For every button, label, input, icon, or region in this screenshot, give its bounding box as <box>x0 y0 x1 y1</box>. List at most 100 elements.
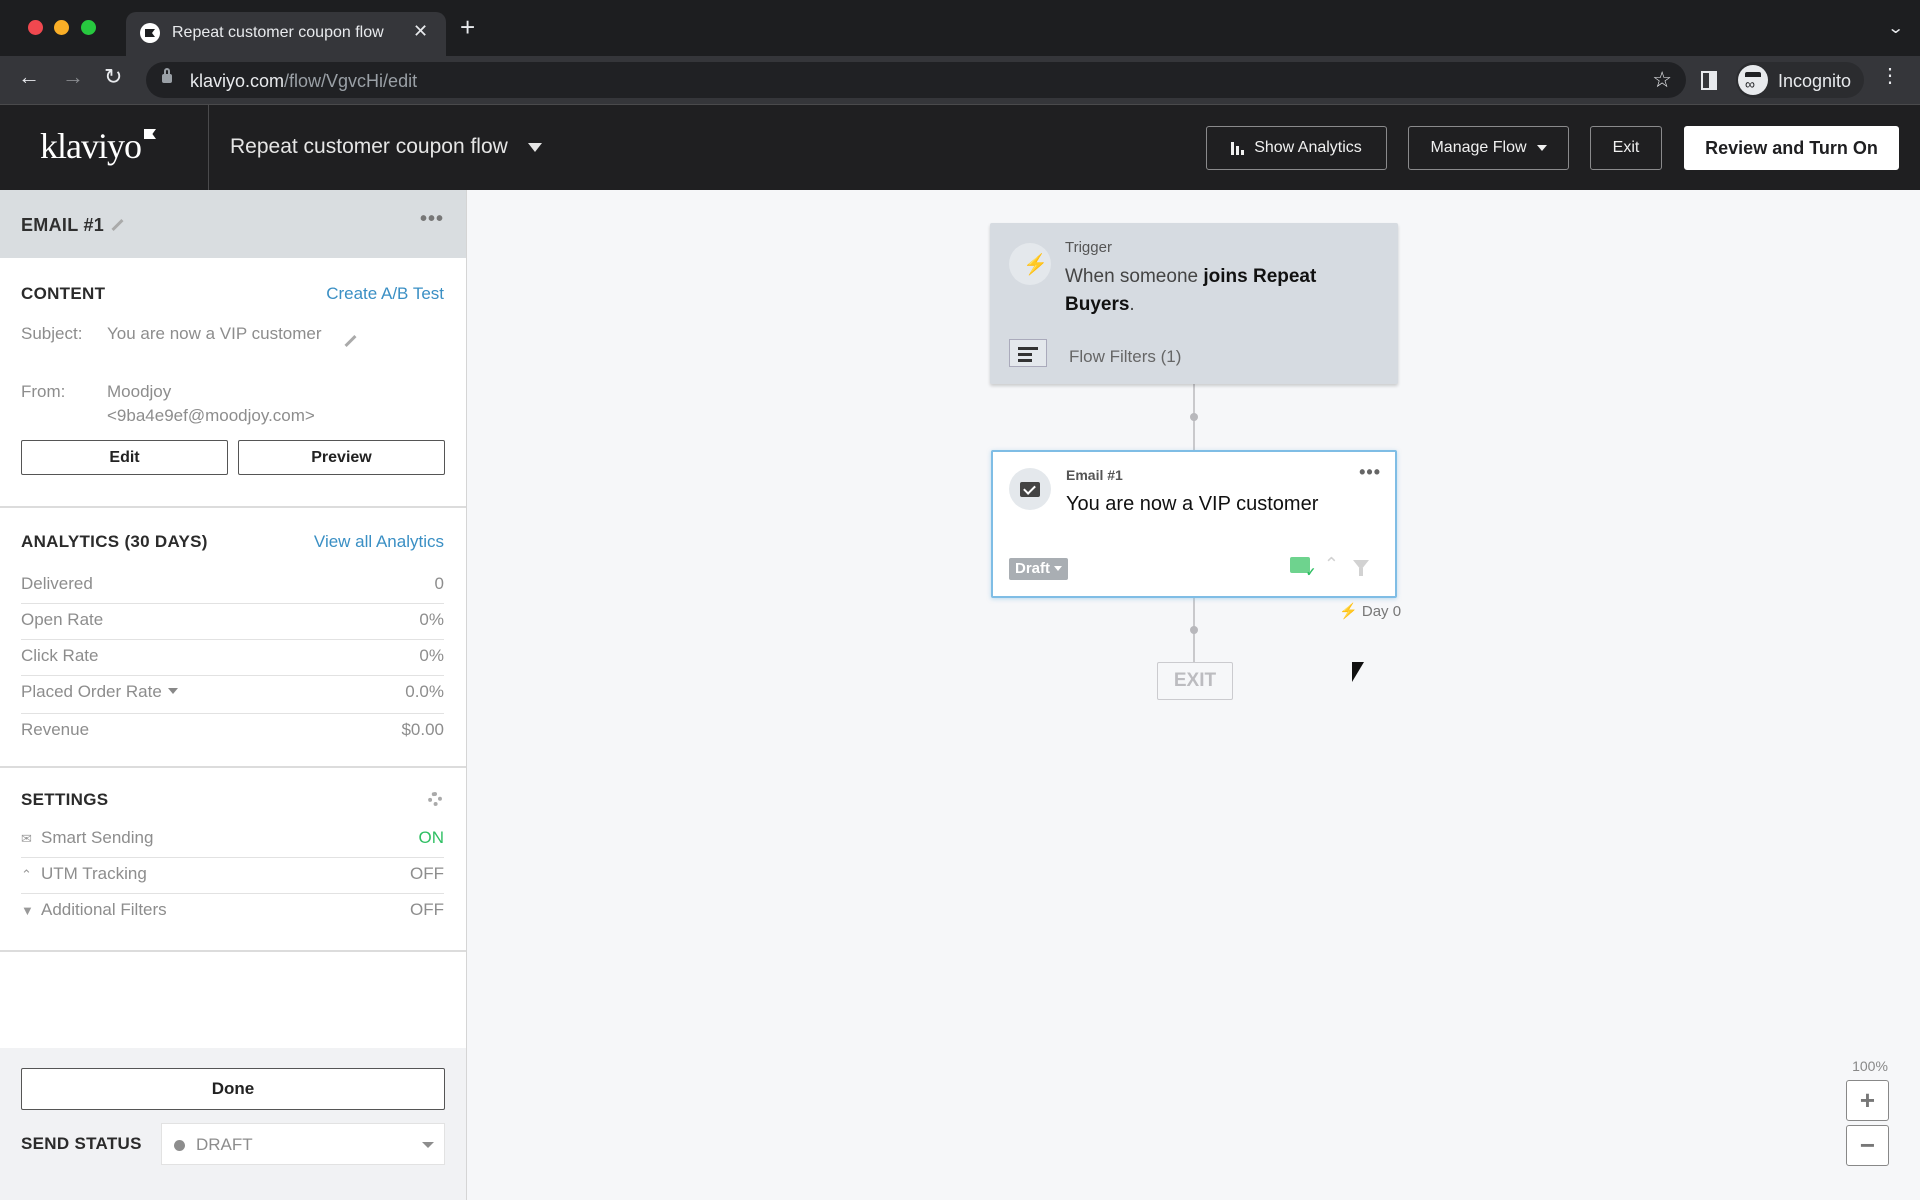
back-arrow-icon[interactable]: ← <box>18 66 40 88</box>
send-status-select[interactable]: DRAFT <box>161 1123 445 1165</box>
analytics-row-delivered: Delivered 0 <box>21 568 444 604</box>
mouse-cursor-icon <box>1352 662 1364 682</box>
tab-title: Repeat customer coupon flow <box>172 24 384 41</box>
klaviyo-logo[interactable]: klaviyo <box>40 125 142 167</box>
manage-flow-button[interactable]: Manage Flow <box>1408 126 1569 170</box>
settings-section: SETTINGS ✉ Smart Sending ON ⌃ UTM Tracking… <box>0 768 466 952</box>
settings-heading: SETTINGS <box>21 790 109 809</box>
new-tab-button[interactable]: + <box>460 14 475 40</box>
flow-filters-link[interactable]: Flow Filters (1) <box>1069 347 1181 367</box>
tab-search-chevron-icon[interactable]: ⌄ <box>1887 18 1904 38</box>
review-and-turn-on-button[interactable]: Review and Turn On <box>1684 126 1899 170</box>
url-text[interactable]: klaviyo.com/flow/VgvcHi/edit <box>190 71 417 92</box>
done-button[interactable]: Done <box>21 1068 445 1110</box>
create-ab-test-link[interactable]: Create A/B Test <box>326 284 444 304</box>
zoom-level: 100% <box>1852 1058 1888 1074</box>
metric-dropdown-caret-icon[interactable] <box>167 688 178 694</box>
email-settings-panel: EMAIL #1 ••• CONTENT Create A/B Test Sub… <box>0 190 467 1200</box>
utm-tracking-icon: ⌃ <box>21 867 32 882</box>
content-section: CONTENT Create A/B Test Subject: You are… <box>0 258 466 508</box>
email-settings-indicators: ⌃ <box>1289 554 1369 579</box>
status-dot-icon <box>174 1140 185 1151</box>
panel-header: EMAIL #1 ••• <box>0 190 466 258</box>
trigger-icon-badge: ⚡ <box>1009 243 1051 285</box>
subject-label: Subject: <box>21 324 83 343</box>
flow-name-caret-icon[interactable] <box>528 143 542 152</box>
from-label: From: <box>21 382 66 401</box>
setting-row-utm-tracking[interactable]: ⌃ UTM Tracking OFF <box>21 858 444 894</box>
exit-node: EXIT <box>1157 662 1233 700</box>
app-header: klaviyo Repeat customer coupon flow Show… <box>0 104 1920 191</box>
utm-tracking-off-icon: ⌃ <box>1323 554 1339 574</box>
smart-sending-icon: ✉ <box>21 831 32 846</box>
preview-button[interactable]: Preview <box>238 440 445 475</box>
window-close-button[interactable] <box>28 20 43 35</box>
connector-dot <box>1190 626 1198 634</box>
show-analytics-button[interactable]: Show Analytics <box>1206 126 1387 170</box>
reload-icon[interactable]: ↻ <box>104 66 122 88</box>
bar-chart-icon <box>1231 141 1245 155</box>
tab-close-icon[interactable]: ✕ <box>413 21 428 42</box>
delay-label: ⚡ Day 0 <box>1339 603 1402 620</box>
lightning-bolt-icon: ⚡ <box>1339 603 1358 620</box>
flow-name[interactable]: Repeat customer coupon flow <box>230 135 508 159</box>
browser-toolbar: ← → ↻ klaviyo.com/flow/VgvcHi/edit ☆ Inc… <box>0 56 1920 104</box>
analytics-row-open-rate: Open Rate 0% <box>21 604 444 640</box>
browser-tab-strip: Repeat customer coupon flow ✕ + ⌄ <box>0 0 1920 56</box>
exit-button[interactable]: Exit <box>1590 126 1662 170</box>
gear-icon[interactable] <box>428 792 442 806</box>
trigger-description: When someone joins Repeat Buyers. <box>1065 266 1317 315</box>
analytics-section: ANALYTICS (30 DAYS) View all Analytics D… <box>0 508 466 768</box>
manage-flow-label: Manage Flow <box>1430 139 1527 156</box>
view-all-analytics-link[interactable]: View all Analytics <box>314 532 444 552</box>
address-bar[interactable]: klaviyo.com/flow/VgvcHi/edit ☆ <box>146 62 1686 98</box>
analytics-row-revenue: Revenue $0.00 <box>21 720 444 739</box>
incognito-icon <box>1738 65 1768 95</box>
additional-filters-status: OFF <box>410 900 444 919</box>
zoom-in-button[interactable]: + <box>1846 1080 1889 1121</box>
analytics-row-placed-order-rate[interactable]: Placed Order Rate 0.0% <box>21 676 444 714</box>
filter-icon: ▼ <box>21 903 34 918</box>
panel-title: EMAIL #1 <box>21 215 124 236</box>
trigger-card[interactable]: ⚡ Trigger When someone joins Repeat Buye… <box>990 223 1398 384</box>
envelope-icon <box>1020 482 1040 497</box>
trigger-kicker: Trigger <box>1065 239 1112 256</box>
rename-pencil-icon[interactable] <box>111 218 124 232</box>
bookmark-star-icon[interactable]: ☆ <box>1652 67 1672 93</box>
from-value: Moodjoy <9ba4e9ef@moodjoy.com> <box>107 382 315 425</box>
email-card[interactable]: Email #1 You are now a VIP customer ••• … <box>991 450 1397 598</box>
caret-down-icon <box>1536 145 1547 151</box>
incognito-profile-button[interactable]: Incognito <box>1736 62 1864 98</box>
browser-tab[interactable]: Repeat customer coupon flow ✕ <box>126 12 446 56</box>
window-minimize-button[interactable] <box>54 20 69 35</box>
connector-dot <box>1190 413 1198 421</box>
smart-sending-on-icon <box>1289 556 1316 579</box>
analytics-heading: ANALYTICS (30 DAYS) <box>21 532 208 551</box>
lightning-bolt-icon: ⚡ <box>1023 254 1048 276</box>
email-kicker: Email #1 <box>1066 467 1123 483</box>
smart-sending-status: ON <box>418 828 445 847</box>
filter-off-icon <box>1353 559 1369 576</box>
edit-button[interactable]: Edit <box>21 440 228 475</box>
setting-row-smart-sending[interactable]: ✉ Smart Sending ON <box>21 822 444 858</box>
setting-row-additional-filters[interactable]: ▼ Additional Filters OFF <box>21 894 444 930</box>
flow-canvas[interactable]: ⚡ Trigger When someone joins Repeat Buye… <box>467 190 1920 1200</box>
panel-footer: Done SEND STATUS DRAFT <box>0 1048 466 1200</box>
flow-filters-icon[interactable] <box>1009 339 1047 367</box>
analytics-row-click-rate: Click Rate 0% <box>21 640 444 676</box>
more-options-icon[interactable]: ••• <box>420 208 444 231</box>
draft-status-dropdown[interactable]: Draft <box>1009 558 1069 580</box>
lock-icon <box>162 68 172 83</box>
klaviyo-flag-icon <box>144 129 156 139</box>
browser-menu-icon[interactable]: ⋮ <box>1880 66 1900 86</box>
email-icon-badge <box>1009 468 1051 510</box>
email-more-options-icon[interactable]: ••• <box>1359 462 1381 483</box>
header-divider <box>208 105 209 191</box>
zoom-out-button[interactable]: − <box>1846 1125 1889 1166</box>
forward-arrow-icon[interactable]: → <box>62 66 84 88</box>
caret-down-icon <box>422 1142 434 1148</box>
caret-down-icon <box>1054 566 1063 571</box>
show-analytics-label: Show Analytics <box>1254 139 1362 156</box>
side-panel-icon[interactable] <box>1701 71 1717 90</box>
window-maximize-button[interactable] <box>81 20 96 35</box>
